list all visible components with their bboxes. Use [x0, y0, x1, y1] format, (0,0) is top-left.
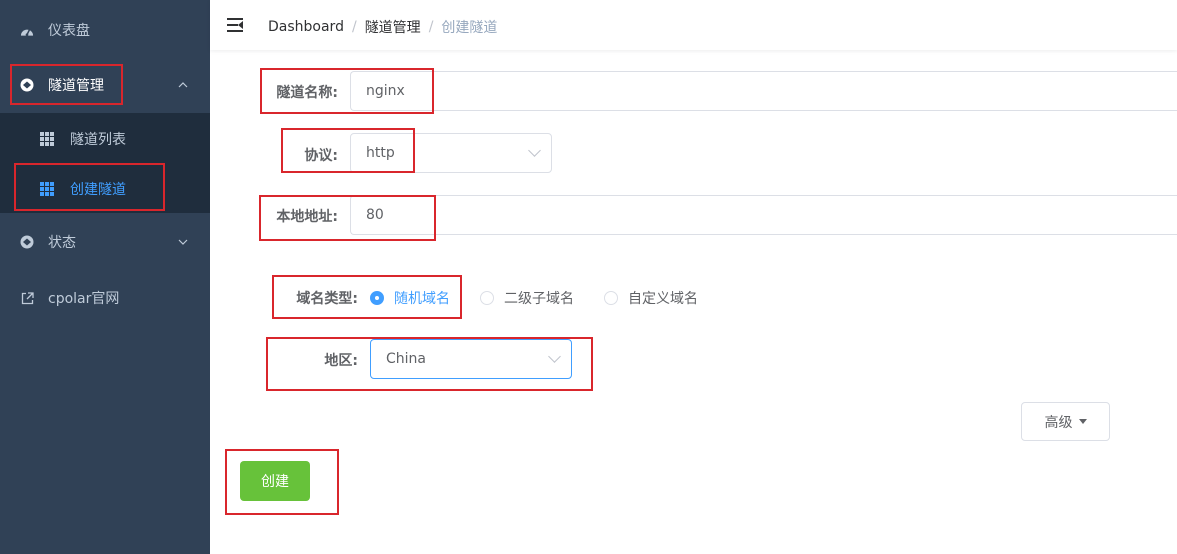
breadcrumb-tunnel-management[interactable]: 隧道管理 [365, 17, 421, 37]
radio-label: 二级子域名 [504, 291, 574, 307]
caret-down-icon [1078, 419, 1087, 424]
status-icon [20, 235, 34, 249]
hamburger-menu-icon[interactable] [227, 18, 243, 32]
highlight-box [14, 163, 165, 211]
dashboard-icon [20, 23, 34, 37]
sidebar-item-cpolar-website[interactable]: cpolar官网 [0, 270, 210, 326]
advanced-button[interactable]: 高级 [1021, 402, 1110, 441]
highlight-box [259, 195, 436, 241]
breadcrumb: Dashboard / 隧道管理 / 创建隧道 [268, 17, 497, 37]
local-address-input[interactable]: 80 [350, 195, 1177, 235]
chevron-down-icon [528, 144, 541, 157]
sidebar-item-label: 仪表盘 [48, 23, 90, 39]
sidebar-item-label: cpolar官网 [48, 291, 120, 307]
breadcrumb-separator: / [351, 19, 357, 35]
highlight-box [260, 68, 434, 114]
highlight-box [225, 449, 339, 515]
sidebar: 仪表盘 隧道管理 隧道列表 创建隧道 状态 cpolar官网 [0, 0, 210, 554]
highlight-box [10, 64, 123, 105]
chevron-down-icon [178, 239, 188, 245]
radio-subdomain[interactable]: 二级子域名 [480, 288, 574, 308]
highlight-box [281, 128, 415, 173]
breadcrumb-current: 创建隧道 [441, 20, 498, 36]
advanced-button-label: 高级 [1044, 414, 1073, 431]
highlight-box [272, 275, 462, 319]
chevron-up-icon [178, 82, 188, 88]
external-link-icon [20, 291, 34, 305]
sidebar-item-label: 隧道列表 [70, 132, 126, 148]
radio-label: 自定义域名 [628, 291, 698, 307]
sidebar-item-tunnel-list[interactable]: 隧道列表 [0, 114, 210, 164]
top-navbar: Dashboard / 隧道管理 / 创建隧道 [210, 0, 1177, 50]
radio-dot [604, 291, 618, 305]
sidebar-item-status[interactable]: 状态 [0, 214, 210, 270]
highlight-box [266, 337, 593, 391]
radio-custom-domain[interactable]: 自定义域名 [604, 288, 698, 308]
breadcrumb-separator: / [428, 19, 434, 35]
grid-icon [40, 132, 54, 146]
sidebar-item-label: 状态 [48, 235, 76, 251]
tunnel-name-input[interactable]: nginx [350, 71, 1177, 111]
radio-dot [480, 291, 494, 305]
sidebar-item-dashboard[interactable]: 仪表盘 [0, 2, 210, 58]
breadcrumb-dashboard[interactable]: Dashboard [268, 19, 344, 35]
